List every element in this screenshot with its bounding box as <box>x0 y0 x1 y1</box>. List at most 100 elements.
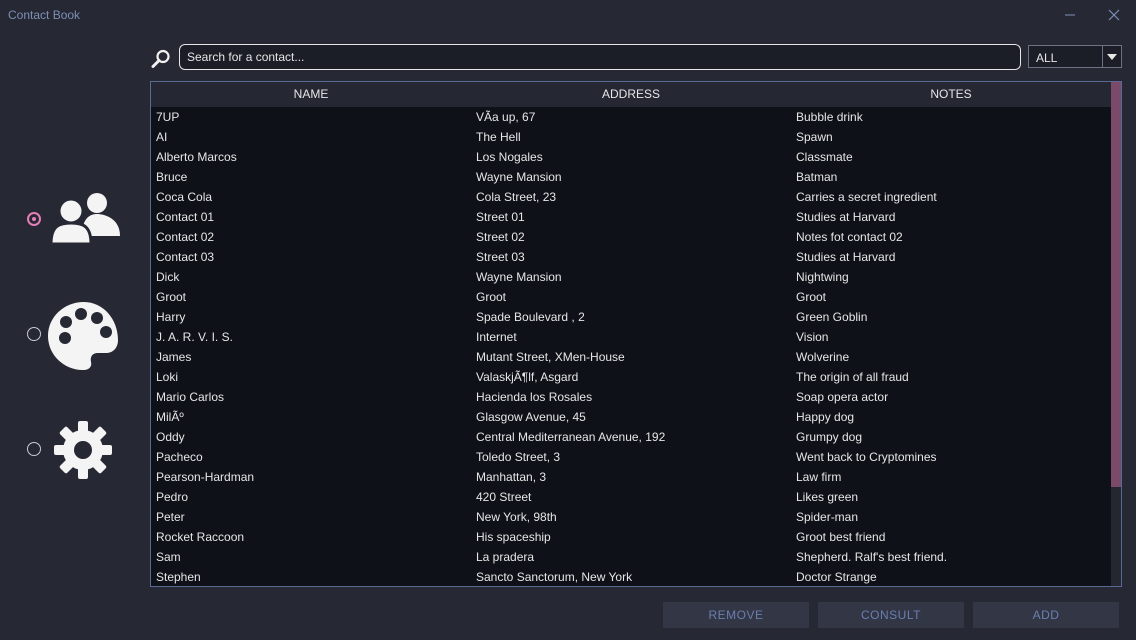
column-header-name[interactable]: NAME <box>151 82 471 107</box>
nav-radio-contacts[interactable] <box>27 212 41 226</box>
cell-name: Dick <box>156 270 180 284</box>
table-body: 7UP VÃ­a up, 67 Bubble drink AI The Hell Spaw… <box>151 107 1111 586</box>
cell-notes: Went back to Cryptomines <box>796 450 937 464</box>
table-row[interactable]: Contact 01 Street 01 Studies at Harvard <box>151 207 1111 227</box>
table-row[interactable]: Stephen Sancto Sanctorum, New York Doctor … <box>151 567 1111 586</box>
cell-notes: Bubble drink <box>796 110 863 124</box>
cell-notes: Soap opera actor <box>796 390 889 404</box>
minimize-button[interactable] <box>1056 4 1084 26</box>
column-header-address[interactable]: ADDRESS <box>471 82 791 107</box>
contacts-icon[interactable] <box>47 190 122 244</box>
table-row[interactable]: Pearson-Hardman Manhattan, 3 Law firm <box>151 467 1111 487</box>
remove-button[interactable]: REMOVE <box>663 602 809 628</box>
cell-notes: Doctor Strange <box>796 570 877 584</box>
cell-address: Glasgow Avenue, 45 <box>476 410 586 424</box>
cell-address: Spade Boulevard , 2 <box>476 310 585 324</box>
filter-selected-value: ALL <box>1036 51 1058 65</box>
table-row[interactable]: AI The Hell Spawn <box>151 127 1111 147</box>
cell-address: Toledo Street, 3 <box>476 450 561 464</box>
table-row[interactable]: Loki ValaskjÃ¶lf, Asgard The origin of all… <box>151 367 1111 387</box>
table-row[interactable]: Bruce Wayne Mansion Batman <box>151 167 1111 187</box>
table-row[interactable]: Dick Wayne Mansion Nightwing <box>151 267 1111 287</box>
palette-icon[interactable] <box>46 300 120 372</box>
cell-notes: Spider-man <box>796 510 859 524</box>
table-row[interactable]: Pedro 420 Street Likes green <box>151 487 1111 507</box>
consult-button[interactable]: CONSULT <box>818 602 964 628</box>
column-header-notes[interactable]: NOTES <box>791 82 1111 107</box>
minimize-icon <box>1065 14 1075 16</box>
cell-notes: Groot best friend <box>796 530 886 544</box>
table-row[interactable]: Contact 03 Street 03 Studies at Harvard <box>151 247 1111 267</box>
table-row[interactable]: Groot Groot Groot <box>151 287 1111 307</box>
cell-notes: Studies at Harvard <box>796 210 896 224</box>
cell-address: His spaceship <box>476 530 551 544</box>
cell-notes: Spawn <box>796 130 833 144</box>
cell-address: Internet <box>476 330 517 344</box>
cell-address: Los Nogales <box>476 150 543 164</box>
cell-address: Street 03 <box>476 250 525 264</box>
table-header: NAME ADDRESS NOTES <box>151 82 1111 107</box>
cell-name: James <box>156 350 192 364</box>
table-row[interactable]: Contact 02 Street 02 Notes fot contact 02 <box>151 227 1111 247</box>
cell-address: Street 01 <box>476 210 525 224</box>
cell-name: Contact 03 <box>156 250 215 264</box>
cell-address: Cola Street, 23 <box>476 190 557 204</box>
contacts-table: NAME ADDRESS NOTES 7UP VÃ­a up, 67 Bubble … <box>150 81 1122 587</box>
cell-address: Wayne Mansion <box>476 170 562 184</box>
cell-name: Pedro <box>156 490 189 504</box>
close-button[interactable] <box>1100 4 1128 26</box>
cell-notes: The origin of all fraud <box>796 370 909 384</box>
cell-address: Hacienda los Rosales <box>476 390 593 404</box>
table-row[interactable]: J. A. R. V. I. S. Internet Vision <box>151 327 1111 347</box>
cell-name: Contact 01 <box>156 210 215 224</box>
cell-name: Rocket Raccoon <box>156 530 245 544</box>
scrollbar-thumb[interactable] <box>1111 82 1121 487</box>
window-title: Contact Book <box>8 8 81 22</box>
cell-notes: Law firm <box>796 470 842 484</box>
cell-notes: Groot <box>796 290 827 304</box>
cell-name: Bruce <box>156 170 188 184</box>
gear-icon[interactable] <box>53 420 113 480</box>
table-row[interactable]: Pacheco Toledo Street, 3 Went back to Cryp… <box>151 447 1111 467</box>
cell-address: Sancto Sanctorum, New York <box>476 570 633 584</box>
nav-radio-settings[interactable] <box>27 442 41 456</box>
cell-notes: Wolverine <box>796 350 850 364</box>
cell-name: Contact 02 <box>156 230 215 244</box>
cell-notes: Vision <box>796 330 829 344</box>
table-scrollbar[interactable] <box>1111 82 1121 586</box>
search-icon <box>151 49 170 68</box>
table-row[interactable]: Alberto Marcos Los Nogales Classmate <box>151 147 1111 167</box>
table-row[interactable]: Mario Carlos Hacienda los Rosales Soap ope… <box>151 387 1111 407</box>
dropdown-arrow-icon <box>1107 53 1117 60</box>
cell-notes: Shepherd. Ralf's best friend. <box>796 550 948 564</box>
table-row[interactable]: Sam La pradera Shepherd. Ralf's best frien… <box>151 547 1111 567</box>
nav-radio-theme[interactable] <box>27 327 41 341</box>
cell-address: La pradera <box>476 550 535 564</box>
table-row[interactable]: 7UP VÃ­a up, 67 Bubble drink <box>151 107 1111 127</box>
table-row[interactable]: Oddy Central Mediterranean Avenue, 192 Gru… <box>151 427 1111 447</box>
filter-dropdown[interactable]: ALL <box>1028 45 1122 68</box>
close-icon <box>1108 9 1120 21</box>
cell-address: ValaskjÃ¶lf, Asgard <box>476 370 579 384</box>
dropdown-arrow-button[interactable] <box>1102 46 1121 67</box>
table-row[interactable]: Harry Spade Boulevard , 2 Green Goblin <box>151 307 1111 327</box>
title-bar: Contact Book <box>0 0 1136 30</box>
table-row[interactable]: MilÃº Glasgow Avenue, 45 Happy dog <box>151 407 1111 427</box>
add-button[interactable]: ADD <box>973 602 1119 628</box>
cell-name: Loki <box>156 370 179 384</box>
cell-name: Oddy <box>156 430 185 444</box>
cell-address: Wayne Mansion <box>476 270 562 284</box>
table-row[interactable]: James Mutant Street, XMen-House Wolverine <box>151 347 1111 367</box>
cell-name: Groot <box>156 290 187 304</box>
cell-name: Sam <box>156 550 181 564</box>
cell-notes: Batman <box>796 170 838 184</box>
table-row[interactable]: Peter New York, 98th Spider-man <box>151 507 1111 527</box>
cell-address: Street 02 <box>476 230 525 244</box>
table-row[interactable]: Coca Cola Cola Street, 23 Carries a secret… <box>151 187 1111 207</box>
cell-address: 420 Street <box>476 490 532 504</box>
cell-address: VÃ­a up, 67 <box>476 110 536 124</box>
cell-notes: Likes green <box>796 490 859 504</box>
table-row[interactable]: Rocket Raccoon His spaceship Groot best fr… <box>151 527 1111 547</box>
search-input[interactable] <box>179 44 1021 70</box>
cell-address: Central Mediterranean Avenue, 192 <box>476 430 666 444</box>
